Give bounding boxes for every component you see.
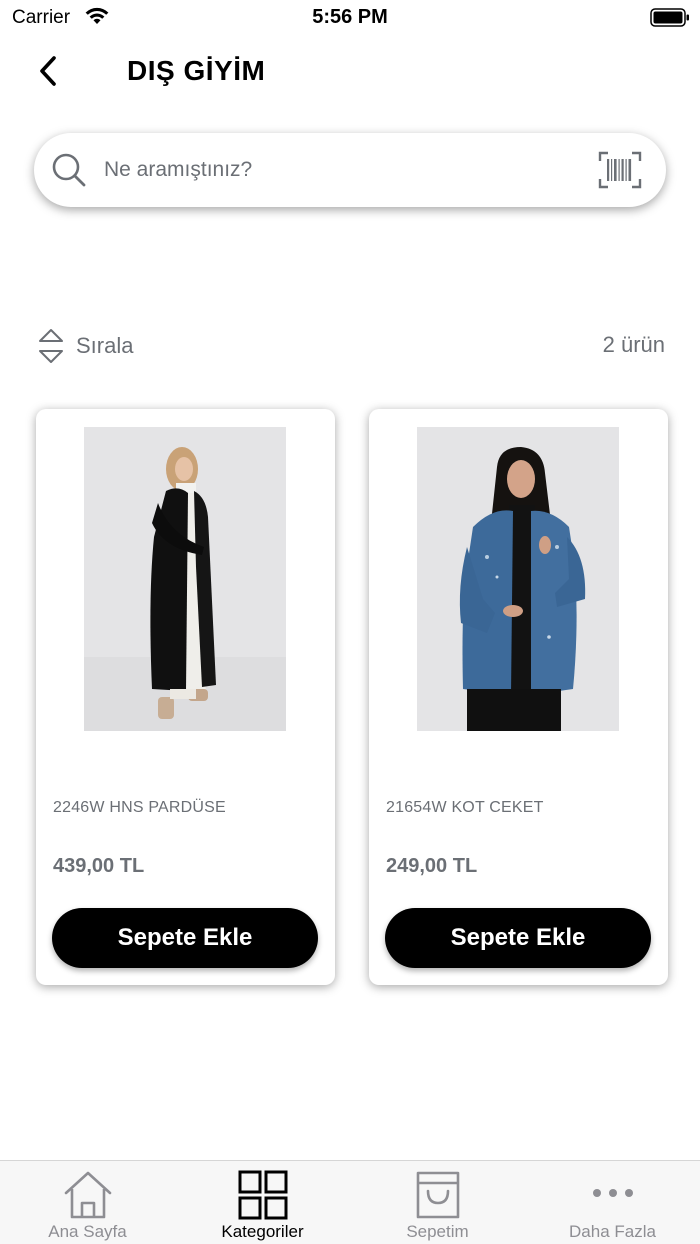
home-icon	[64, 1171, 111, 1219]
tab-kategoriler[interactable]: Kategoriler	[175, 1161, 350, 1244]
product-image[interactable]	[84, 427, 286, 731]
grid-icon	[238, 1170, 287, 1220]
product-count: 2 ürün	[602, 332, 665, 357]
add-to-cart-button[interactable]: Sepete Ekle	[385, 908, 651, 968]
search-input[interactable]	[104, 154, 574, 186]
tab-label: Daha Fazla	[569, 1222, 656, 1241]
more-icon	[592, 1189, 633, 1197]
barcode-scan-icon[interactable]	[598, 151, 642, 189]
product-name: 21654W KOT CEKET	[386, 799, 544, 816]
tab-label: Kategoriler	[221, 1222, 304, 1241]
back-button[interactable]	[30, 52, 66, 90]
battery-icon	[650, 8, 689, 27]
chevron-left-icon	[40, 56, 56, 86]
shopping-bag-icon	[416, 1171, 459, 1219]
product-photo-denim	[417, 427, 619, 731]
product-price: 439,00 TL	[53, 855, 145, 877]
product-image[interactable]	[417, 427, 619, 731]
product-name: 2246W HNS PARDÜSE	[53, 799, 226, 816]
tab-ana-sayfa[interactable]: Ana Sayfa	[0, 1161, 175, 1244]
add-to-cart-button[interactable]: Sepete Ekle	[52, 908, 318, 968]
page-title: DIŞ GİYİM	[127, 55, 266, 86]
tab-sepetim[interactable]: Sepetim	[350, 1161, 525, 1244]
sort-label: Sırala	[76, 333, 134, 358]
tab-bar: Ana Sayfa Kategoriler Sepetim Daha Fazla	[0, 1160, 700, 1244]
search-bar[interactable]	[34, 133, 666, 207]
tab-label: Sepetim	[406, 1222, 469, 1241]
status-bar: Carrier 5:56 PM	[0, 0, 700, 36]
tab-daha-fazla[interactable]: Daha Fazla	[525, 1161, 700, 1244]
search-icon	[52, 153, 86, 187]
product-price: 249,00 TL	[386, 855, 478, 877]
product-card[interactable]: 2246W HNS PARDÜSE 439,00 TL Sepete Ekle	[36, 409, 335, 985]
sort-button[interactable]: Sırala	[37, 326, 133, 366]
product-card[interactable]: 21654W KOT CEKET 249,00 TL Sepete Ekle	[369, 409, 668, 985]
status-time: 5:56 PM	[312, 6, 388, 28]
tab-label: Ana Sayfa	[48, 1222, 127, 1241]
sort-icon	[39, 329, 63, 363]
product-photo-trench	[84, 427, 286, 731]
